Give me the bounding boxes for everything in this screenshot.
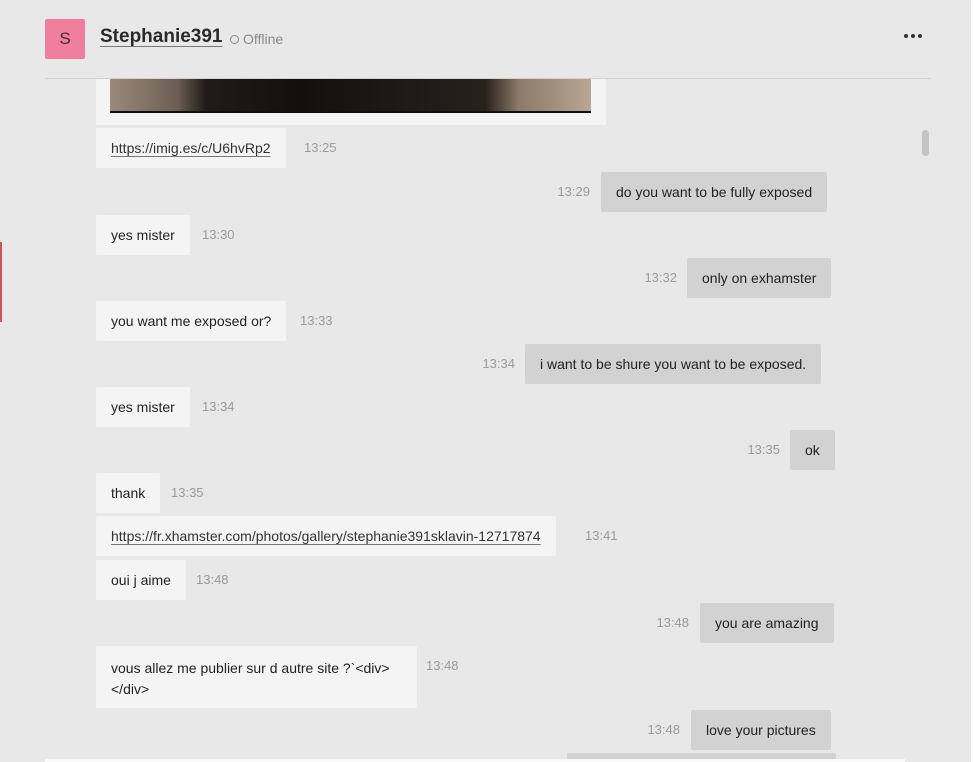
shared-image-thumbnail[interactable] — [110, 79, 591, 113]
message-time: 13:25 — [304, 140, 337, 155]
more-horizontal-icon-dot — [911, 34, 915, 38]
message-list[interactable]: https://imig.es/c/U6hvRp2 13:25 13:29 do… — [0, 79, 973, 762]
outgoing-message: ok — [790, 430, 835, 470]
incoming-message: thank — [96, 473, 161, 513]
outgoing-message: only on exhamster — [687, 258, 832, 298]
scrollbar-thumb[interactable] — [922, 130, 929, 156]
outgoing-message: love your pictures — [691, 710, 831, 750]
message-time: 13:34 — [202, 399, 235, 414]
message-link[interactable]: https://fr.xhamster.com/photos/gallery/s… — [111, 528, 541, 544]
incoming-message: you want me exposed or? — [96, 301, 287, 341]
message-time: 13:34 — [482, 356, 515, 371]
message-time: 13:48 — [196, 572, 229, 587]
outgoing-message: do you want to be fully exposed — [601, 172, 828, 212]
image-message[interactable] — [96, 79, 606, 125]
message-time: 13:48 — [647, 722, 680, 737]
message-time: 13:48 — [426, 658, 459, 673]
incoming-message: yes mister — [96, 387, 190, 427]
message-time: 13:29 — [557, 184, 590, 199]
status-indicator: Offline — [230, 31, 283, 47]
message-time: 13:32 — [644, 270, 677, 285]
outgoing-message: i want to be shure you want to be expose… — [525, 344, 822, 384]
incoming-message: https://imig.es/c/U6hvRp2 — [96, 128, 286, 168]
message-time: 13:48 — [656, 615, 689, 630]
message-time: 13:33 — [300, 313, 333, 328]
more-horizontal-icon-dot — [904, 34, 908, 38]
incoming-message: oui j aime — [96, 560, 186, 600]
message-time: 13:41 — [585, 528, 618, 543]
outgoing-message: you are amazing — [700, 603, 834, 643]
message-time: 13:35 — [171, 485, 204, 500]
username-link[interactable]: Stephanie391 — [100, 26, 223, 48]
chat-page: S Stephanie391 Offline https://imig.es/c… — [0, 0, 973, 762]
status-text: Offline — [243, 31, 284, 47]
message-link[interactable]: https://imig.es/c/U6hvRp2 — [111, 140, 271, 156]
chat-header: S Stephanie391 Offline — [45, 0, 931, 79]
incoming-message: https://fr.xhamster.com/photos/gallery/s… — [96, 516, 556, 556]
message-time: 13:30 — [202, 227, 235, 242]
more-options-button[interactable] — [903, 26, 923, 46]
incoming-message: yes mister — [96, 215, 190, 255]
more-horizontal-icon-dot — [918, 34, 922, 38]
offline-status-icon — [230, 34, 239, 44]
incoming-message: vous allez me publier sur d autre site ?… — [96, 646, 417, 708]
message-time: 13:35 — [747, 442, 780, 457]
avatar[interactable]: S — [45, 19, 85, 59]
